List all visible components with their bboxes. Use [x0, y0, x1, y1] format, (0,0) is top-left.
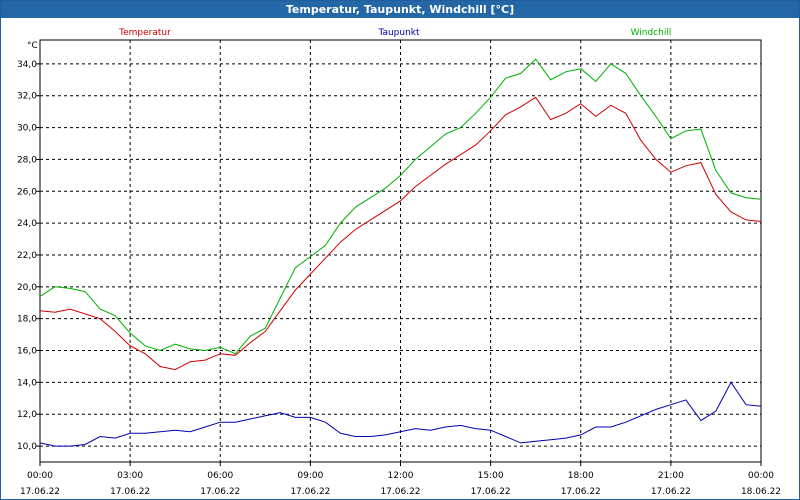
- x-tick-date: 18.06.22: [741, 487, 781, 497]
- chart-window: Temperatur, Taupunkt, Windchill [°C] 10,…: [0, 0, 800, 500]
- y-tick-label: 16,0: [17, 347, 37, 357]
- series-line-windchill: [39, 58, 762, 355]
- y-tick-label: 18,0: [17, 315, 37, 325]
- x-tick-date: 17.06.22: [290, 487, 330, 497]
- x-tick-time: 00:00: [27, 471, 53, 481]
- legend-temperatur: Temperatur: [118, 28, 171, 38]
- y-tick-label: 12,0: [17, 410, 37, 420]
- x-tick-time: 15:00: [478, 471, 504, 481]
- y-tick-label: 32,0: [17, 92, 37, 102]
- y-tick-label: 14,0: [17, 378, 37, 388]
- y-tick-label: 30,0: [17, 124, 37, 134]
- x-tick-date: 17.06.22: [651, 487, 691, 497]
- x-tick-time: 18:00: [568, 471, 594, 481]
- legend-taupunkt: Taupunkt: [377, 28, 420, 38]
- x-tick-time: 12:00: [388, 471, 414, 481]
- x-tick-date: 17.06.22: [20, 487, 60, 497]
- x-tick-time: 06:00: [207, 471, 233, 481]
- legend-windchill: Windchill: [631, 28, 672, 38]
- x-tick-time: 03:00: [117, 471, 143, 481]
- x-tick-time: 21:00: [658, 471, 684, 481]
- x-tick-date: 17.06.22: [110, 487, 150, 497]
- x-axis-ticks: 00:00 17.06.22 03:00 17.06.22 06:00 17.06.22 0…: [20, 462, 781, 497]
- y-tick-label: 34,0: [17, 60, 37, 70]
- y-tick-label: 24,0: [17, 219, 37, 229]
- y-tick-label: 26,0: [17, 187, 37, 197]
- x-tick-time: 00:00: [748, 471, 774, 481]
- line-chart: 10,0 12,0 14,0 16,0 18,0 20,0 22,0 24,0 26,0 28,0…: [17, 28, 781, 497]
- y-tick-label: 22,0: [17, 251, 37, 261]
- grid-layer: [40, 40, 761, 462]
- x-tick-date: 17.06.22: [561, 487, 601, 497]
- x-tick-date: 17.06.22: [200, 487, 240, 497]
- y-axis-unit: °C: [27, 41, 38, 51]
- x-tick-time: 09:00: [297, 471, 323, 481]
- y-axis-ticks: 10,0 12,0 14,0 16,0 18,0 20,0 22,0 24,0 26,0 28,0…: [17, 60, 40, 452]
- x-tick-date: 17.06.22: [380, 487, 420, 497]
- y-tick-label: 10,0: [17, 442, 37, 452]
- y-tick-label: 20,0: [17, 283, 37, 293]
- y-tick-label: 28,0: [17, 155, 37, 165]
- x-tick-date: 17.06.22: [471, 487, 511, 497]
